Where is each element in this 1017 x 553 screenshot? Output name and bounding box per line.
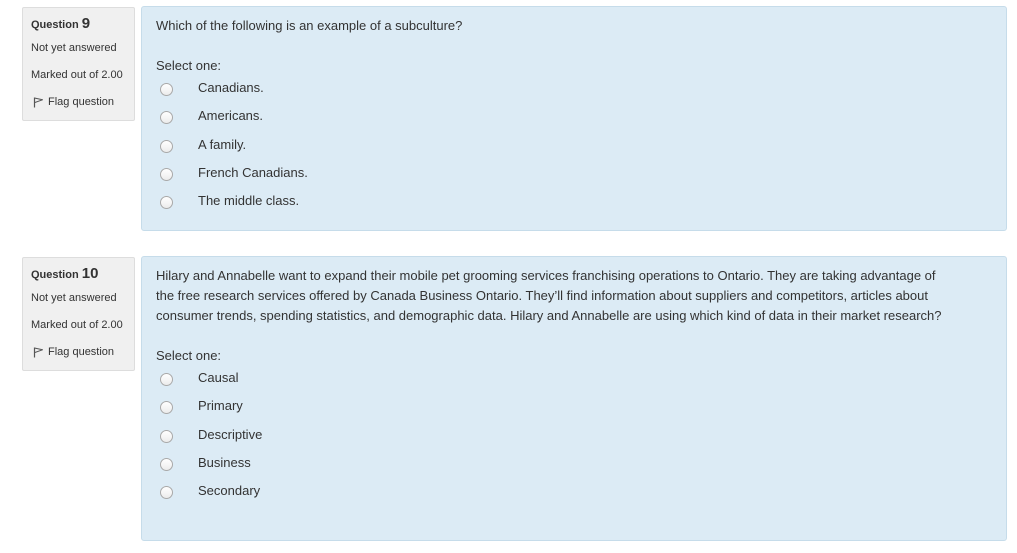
radio-button[interactable]	[160, 83, 173, 96]
flag-question-link[interactable]: Flag question	[31, 95, 134, 109]
question-info: Question 9 Not yet answered Marked out o…	[22, 7, 135, 121]
radio-button[interactable]	[160, 429, 173, 443]
answer-label[interactable]: French Canadians.	[198, 164, 308, 182]
select-prompt: Select one:	[156, 58, 222, 73]
question-label: Question	[31, 19, 79, 31]
radio-button[interactable]	[160, 196, 173, 210]
select-prompt: Select one:	[156, 348, 222, 363]
answer-label[interactable]: Secondary	[198, 482, 260, 500]
answer-label[interactable]: Causal	[198, 369, 238, 387]
question-state: Not yet answered	[31, 42, 117, 54]
radio-button[interactable]	[160, 486, 173, 500]
radio-button[interactable]	[160, 139, 173, 153]
question-info: Question 10 Not yet answered Marked out …	[22, 257, 135, 371]
answer-label[interactable]: Canadians.	[198, 79, 264, 97]
answer-option[interactable]: Primary	[156, 397, 992, 425]
flag-question-label: Flag question	[48, 346, 115, 358]
answer-option[interactable]: Secondary	[156, 482, 992, 510]
answer-option[interactable]: Canadians.	[156, 79, 992, 107]
answer-option[interactable]: The middle class.	[156, 192, 992, 220]
answer-list: Causal Primary Descriptive Business Seco…	[156, 369, 992, 510]
question-number-value: 9	[81, 15, 91, 32]
flag-icon	[33, 97, 43, 107]
question-text: Which of the following is an example of …	[156, 18, 463, 33]
flag-icon	[33, 347, 43, 357]
answer-label[interactable]: Business	[198, 454, 251, 472]
question-state: Not yet answered	[31, 292, 117, 304]
radio-button[interactable]	[160, 457, 173, 471]
question-grade: Marked out of 2.00	[31, 69, 123, 81]
radio-button[interactable]	[160, 401, 173, 415]
answer-label[interactable]: Descriptive	[198, 426, 262, 444]
answer-option[interactable]: Business	[156, 454, 992, 482]
radio-button[interactable]	[160, 167, 173, 181]
question-content: Which of the following is an example of …	[141, 6, 1007, 231]
answer-option[interactable]: Americans.	[156, 107, 992, 135]
answer-option[interactable]: French Canadians.	[156, 164, 992, 192]
answer-option[interactable]: A family.	[156, 136, 992, 164]
question-9: Question 9 Not yet answered Marked out o…	[0, 0, 1017, 240]
answer-label[interactable]: A family.	[198, 136, 246, 154]
flag-question-link[interactable]: Flag question	[31, 345, 134, 359]
question-grade: Marked out of 2.00	[31, 319, 123, 331]
question-number: Question 10	[31, 264, 134, 286]
question-number: Question 9	[31, 14, 134, 36]
answer-label[interactable]: Primary	[198, 397, 243, 415]
answer-label[interactable]: The middle class.	[198, 192, 299, 210]
question-label: Question	[31, 269, 79, 281]
answer-label[interactable]: Americans.	[198, 107, 263, 125]
question-number-value: 10	[81, 265, 99, 282]
answer-option[interactable]: Descriptive	[156, 426, 992, 454]
answer-option[interactable]: Causal	[156, 369, 992, 397]
answer-list: Canadians. Americans. A family. French C…	[156, 79, 992, 220]
question-10: Question 10 Not yet answered Marked out …	[0, 250, 1017, 550]
radio-button[interactable]	[160, 373, 173, 386]
question-content: Hilary and Annabelle want to expand thei…	[141, 256, 1007, 541]
radio-button[interactable]	[160, 111, 173, 125]
question-text: Hilary and Annabelle want to expand thei…	[156, 268, 942, 323]
flag-question-label: Flag question	[48, 96, 115, 108]
